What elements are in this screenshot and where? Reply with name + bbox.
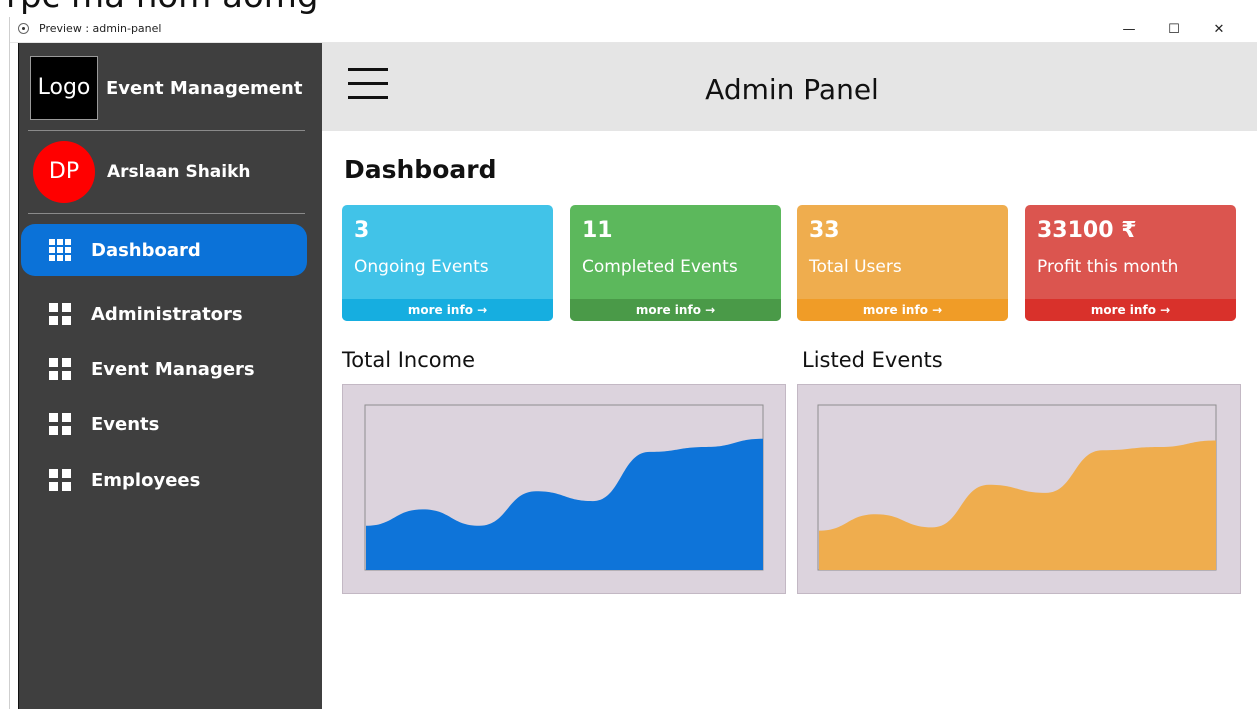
events-area [819,440,1216,570]
more-info-link[interactable]: more info → [342,299,553,321]
arrow-right-icon: → [472,303,488,317]
arrow-right-icon: → [927,303,943,317]
minimize-button[interactable]: — [1111,17,1147,43]
grid-4-icon [49,469,71,491]
grid-9-icon [49,239,71,261]
top-caption-text: rpc ma nom aomg [6,0,318,16]
sidebar-item-label: Event Managers [91,358,255,380]
brand-name: Event Management [106,77,303,99]
total-income-title: Total Income [342,348,475,372]
sidebar-item-dashboard[interactable]: Dashboard [21,224,307,276]
sidebar-item-event-managers[interactable]: Event Managers [21,343,307,395]
hamburger-icon[interactable] [348,68,388,102]
more-info-label: more info [1090,303,1156,317]
close-button[interactable]: ✕ [1201,17,1237,43]
window-title: Preview : admin-panel [39,22,162,35]
title-bar: Preview : admin-panel — ☐ ✕ [10,17,1257,43]
more-info-label: more info [635,303,701,317]
sidebar-item-label: Administrators [91,303,243,325]
sidebar-item-employees[interactable]: Employees [21,454,307,506]
stat-label: Profit this month [1037,257,1179,277]
stat-value: 33 [809,218,840,243]
stat-label: Ongoing Events [354,257,489,277]
stat-card-total-users: 33 Total Users more info → [797,205,1008,321]
sidebar-divider [28,130,305,131]
avatar: DP [33,141,95,203]
brand: Logo Event Management [30,56,302,120]
stat-card-completed-events: 11 Completed Events more info → [570,205,781,321]
sidebar-item-label: Employees [91,469,201,491]
sidebar-item-label: Dashboard [91,239,201,261]
grid-4-icon [49,303,71,325]
stat-value: 11 [582,218,613,243]
total-income-chart [342,384,786,594]
stat-label: Completed Events [582,257,738,277]
grid-4-icon [49,413,71,435]
sidebar-item-events[interactable]: Events [21,398,307,450]
listed-events-title: Listed Events [802,348,943,372]
income-area [366,438,763,570]
more-info-label: more info [862,303,928,317]
stat-card-ongoing-events: 3 Ongoing Events more info → [342,205,553,321]
grid-4-icon [49,358,71,380]
more-info-link[interactable]: more info → [1025,299,1236,321]
sidebar-divider [28,213,305,214]
page-title: Dashboard [344,155,497,184]
stat-value: 33100 ₹ [1037,218,1137,243]
listed-events-chart [797,384,1241,594]
more-info-link[interactable]: more info → [797,299,1008,321]
sidebar-item-administrators[interactable]: Administrators [21,288,307,340]
header-bar: Admin Panel [322,43,1257,131]
user-profile: DP Arslaan Shaikh [33,141,251,203]
logo: Logo [30,56,98,120]
stat-label: Total Users [809,257,902,277]
more-info-link[interactable]: more info → [570,299,781,321]
sidebar-item-label: Events [91,413,160,435]
arrow-right-icon: → [1155,303,1171,317]
preview-app-icon [18,23,29,34]
user-name: Arslaan Shaikh [107,162,251,182]
arrow-right-icon: → [700,303,716,317]
maximize-button[interactable]: ☐ [1156,17,1192,43]
top-caption-crop: rpc ma nom aomg [0,0,1257,17]
stat-value: 3 [354,218,370,243]
more-info-label: more info [407,303,473,317]
stat-card-profit: 33100 ₹ Profit this month more info → [1025,205,1236,321]
sidebar: Logo Event Management DP Arslaan Shaikh … [18,43,322,709]
page-header-title: Admin Panel [705,73,879,106]
